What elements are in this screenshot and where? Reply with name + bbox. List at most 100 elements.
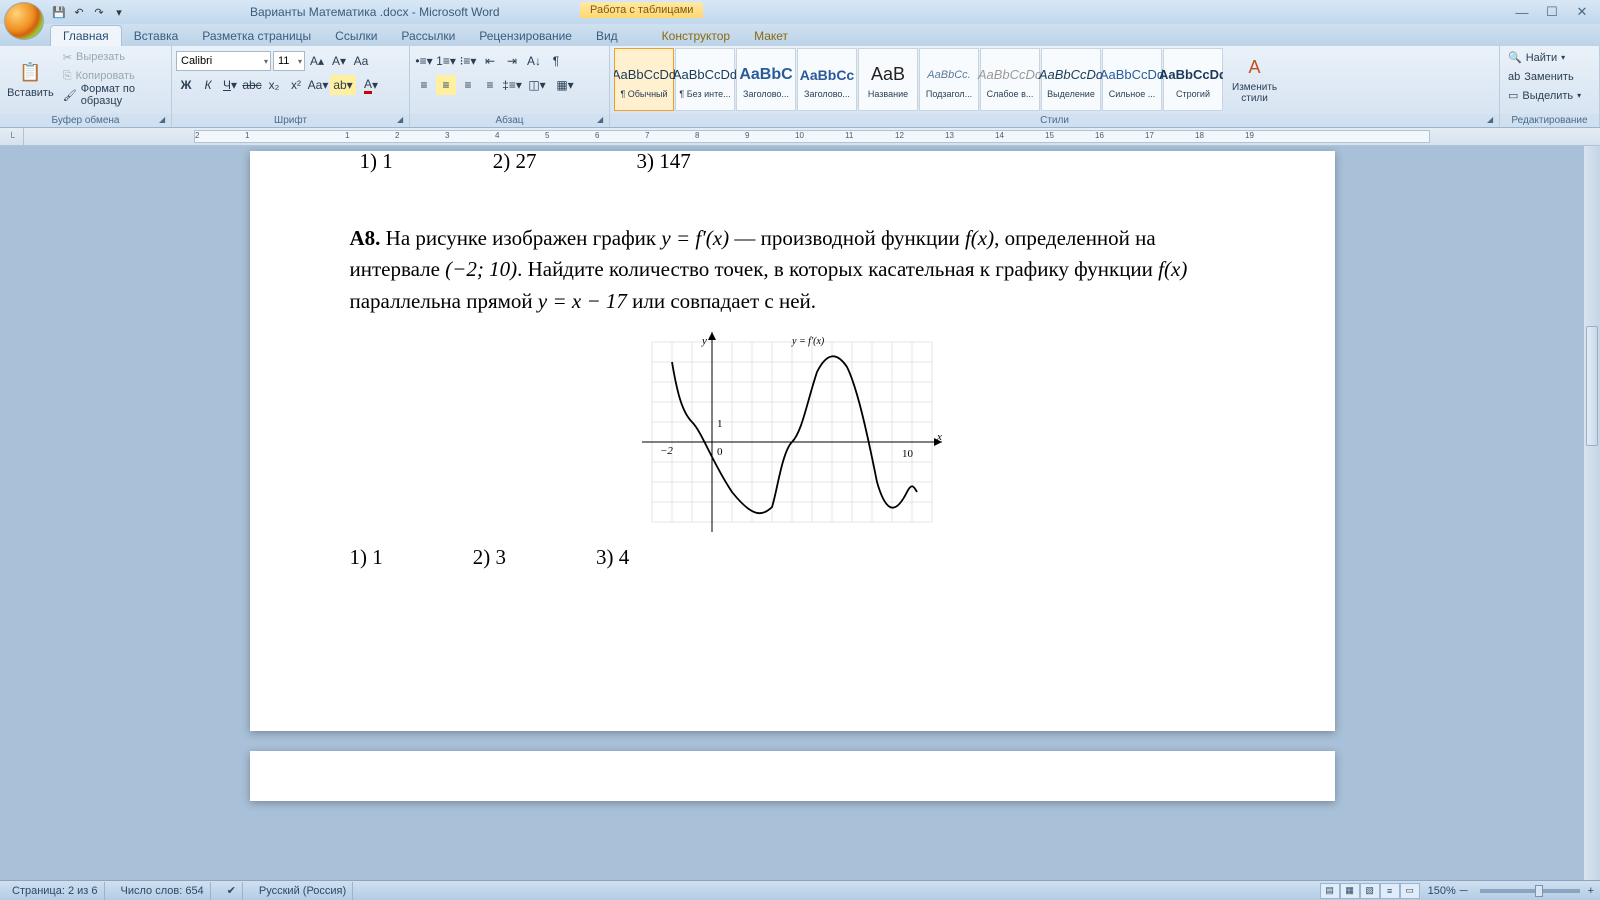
highlight-button[interactable]: ab▾ [330,75,356,95]
font-color-button[interactable]: A▾ [358,75,384,95]
vertical-scrollbar[interactable] [1584,146,1600,880]
status-page[interactable]: Страница: 2 из 6 [6,882,105,900]
draft-view[interactable]: ▭ [1400,883,1420,899]
dec-indent-button[interactable]: ⇤ [480,51,500,71]
close-button[interactable]: ✕ [1568,3,1596,21]
style-item[interactable]: AaBbCc.Подзагол... [919,48,979,111]
replace-button[interactable]: abЗаменить [1504,67,1595,86]
find-button[interactable]: 🔍Найти▾ [1504,48,1595,67]
full-screen-view[interactable]: ▦ [1340,883,1360,899]
shading-button[interactable]: ◫▾ [524,75,550,95]
subscript-button[interactable]: x₂ [264,75,284,95]
change-case-button[interactable]: Aa▾ [308,75,328,95]
styles-gallery[interactable]: AaBbCcDd¶ ОбычныйAaBbCcDd¶ Без инте...Aa… [614,48,1223,111]
document-scroll[interactable]: 1) 1 2) 27 3) 147 A8. На рисунке изображ… [0,146,1584,880]
shrink-font-button[interactable]: A▾ [329,51,349,71]
minimize-button[interactable]: — [1508,3,1536,21]
style-item[interactable]: AaBbCЗаголово... [736,48,796,111]
bold-button[interactable]: Ж [176,75,196,95]
copy-icon: ⎘ [63,70,72,83]
clipboard-dialog-launcher[interactable]: ◢ [159,115,169,125]
style-item[interactable]: AaBbCcDdВыделение [1041,48,1101,111]
font-size-combo[interactable]: 11▾ [273,51,305,71]
numbering-button[interactable]: 1≡▾ [436,51,456,71]
style-item[interactable]: AaBbCcDdСильное ... [1102,48,1162,111]
font-group-label: Шрифт [172,114,409,127]
align-left-button[interactable]: ≡ [414,75,434,95]
font-name-combo[interactable]: Calibri▾ [176,51,271,71]
page[interactable]: 1) 1 2) 27 3) 147 A8. На рисунке изображ… [250,151,1335,731]
show-marks-button[interactable]: ¶ [546,51,566,71]
align-center-button[interactable]: ≡ [436,75,456,95]
editing-group-label: Редактирование [1500,114,1599,127]
undo-icon[interactable]: ↶ [70,3,88,21]
horizontal-ruler[interactable]: 2112345678910111213141516171819 [194,130,1430,143]
zoom-level[interactable]: 150% [1428,885,1456,897]
strike-button[interactable]: abc [242,75,262,95]
superscript-button[interactable]: x² [286,75,306,95]
ribbon: 📋 Вставить ✂Вырезать ⎘Копировать 🖌Формат… [0,46,1600,128]
cut-button[interactable]: ✂Вырезать [60,48,167,66]
zoom-out-button[interactable]: ─ [1460,885,1468,897]
inc-indent-button[interactable]: ⇥ [502,51,522,71]
web-layout-view[interactable]: ▧ [1360,883,1380,899]
borders-button[interactable]: ▦▾ [552,75,578,95]
style-item[interactable]: AaBbCcDd¶ Без инте... [675,48,735,111]
zoom-slider[interactable] [1480,889,1580,893]
paragraph-dialog-launcher[interactable]: ◢ [597,115,607,125]
change-styles-button[interactable]: A Изменить стили [1226,48,1283,111]
tab-page-layout[interactable]: Разметка страницы [190,26,323,46]
maximize-button[interactable]: ☐ [1538,3,1566,21]
justify-button[interactable]: ≡ [480,75,500,95]
scrollbar-thumb[interactable] [1586,326,1598,446]
tab-table-design[interactable]: Конструктор [650,26,742,46]
graph-image: −2 0 1 10 y x y = f′(x) [350,332,1235,532]
format-painter-button[interactable]: 🖌Формат по образцу [60,86,167,104]
grow-font-button[interactable]: A▴ [307,51,327,71]
chevron-down-icon: ▾ [264,57,268,66]
tab-mailings[interactable]: Рассылки [389,26,467,46]
page[interactable] [250,751,1335,801]
outline-view[interactable]: ≡ [1380,883,1400,899]
style-item[interactable]: AaBbCcЗаголово... [797,48,857,111]
print-layout-view[interactable]: ▤ [1320,883,1340,899]
office-button[interactable] [4,2,44,40]
sort-button[interactable]: A↓ [524,51,544,71]
style-item[interactable]: AaBbCcDdСтрогий [1163,48,1223,111]
multilevel-button[interactable]: ⁝≡▾ [458,51,478,71]
status-language[interactable]: Русский (Россия) [253,882,353,900]
status-proofing-icon[interactable]: ✔ [221,882,243,900]
qat-custom-icon[interactable]: ▾ [110,3,128,21]
font-dialog-launcher[interactable]: ◢ [397,115,407,125]
tab-references[interactable]: Ссылки [323,26,389,46]
tab-view[interactable]: Вид [584,26,630,46]
status-words[interactable]: Число слов: 654 [115,882,211,900]
align-right-button[interactable]: ≡ [458,75,478,95]
tab-selector[interactable]: └ [0,128,24,145]
italic-button[interactable]: К [198,75,218,95]
line-spacing-button[interactable]: ‡≡▾ [502,75,522,95]
ribbon-tabs: Главная Вставка Разметка страницы Ссылки… [0,24,1600,46]
redo-icon[interactable]: ↷ [90,3,108,21]
zoom-slider-thumb[interactable] [1535,885,1543,897]
tab-insert[interactable]: Вставка [122,26,191,46]
zoom-in-button[interactable]: + [1588,885,1594,897]
paste-button[interactable]: 📋 Вставить [4,48,57,111]
contextual-tab-label: Работа с таблицами [580,2,703,18]
window-title: Варианты Математика .docx - Microsoft Wo… [250,5,500,19]
save-icon[interactable]: 💾 [50,3,68,21]
style-item[interactable]: AaBbCcDdСлабое в... [980,48,1040,111]
tab-home[interactable]: Главная [50,25,122,46]
task-paragraph: A8. На рисунке изображен график y = f′(x… [350,223,1235,318]
clear-format-button[interactable]: Aa [351,51,371,71]
styles-dialog-launcher[interactable]: ◢ [1487,115,1497,125]
tab-table-layout[interactable]: Макет [742,26,800,46]
tab-review[interactable]: Рецензирование [467,26,584,46]
chevron-down-icon: ▾ [298,57,302,66]
bullets-button[interactable]: •≡▾ [414,51,434,71]
svg-text:−2: −2 [660,445,673,457]
underline-button[interactable]: Ч▾ [220,75,240,95]
style-item[interactable]: AaBbCcDd¶ Обычный [614,48,674,111]
select-button[interactable]: ▭Выделить▾ [1504,86,1595,105]
style-item[interactable]: AaBНазвание [858,48,918,111]
